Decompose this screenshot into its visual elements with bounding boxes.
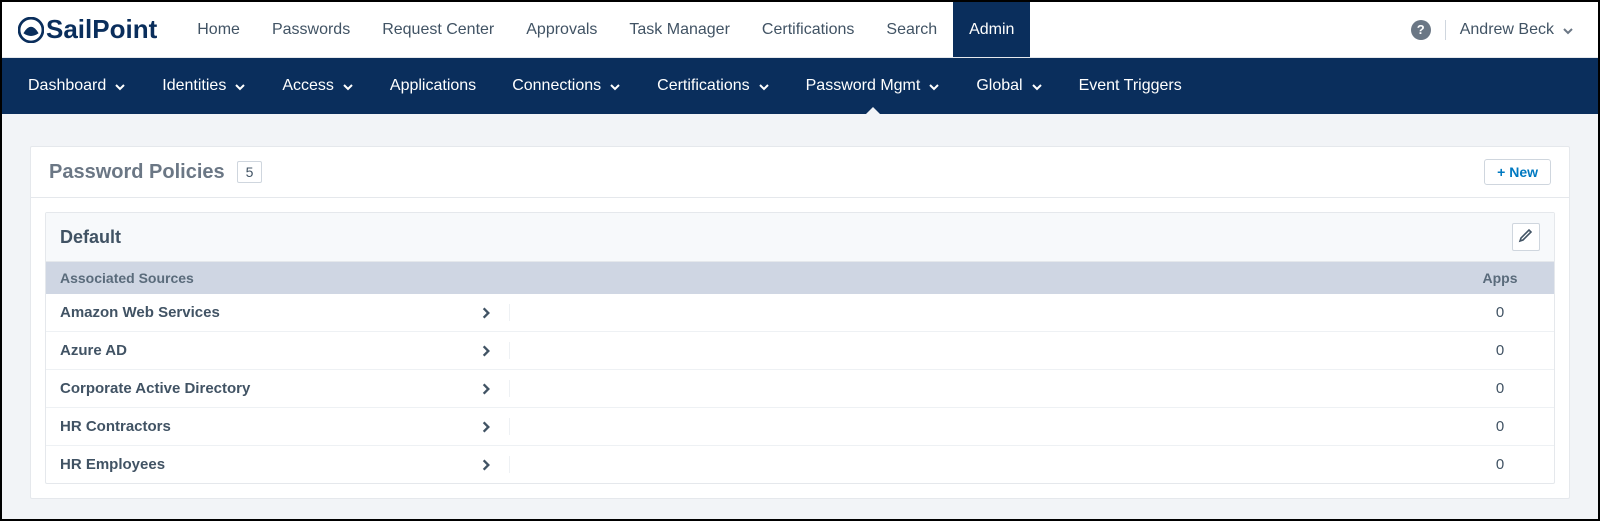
chevron-down-icon [342, 80, 354, 92]
subnav-applications[interactable]: Applications [372, 58, 494, 114]
chevron-right-icon [479, 306, 493, 320]
policy-card-default: Default Associated Sources Apps Amazon W… [45, 212, 1555, 484]
chevron-down-icon [114, 80, 126, 92]
nav-approvals[interactable]: Approvals [510, 2, 613, 57]
page-content: Password Policies 5 + New Default Associ… [2, 114, 1598, 499]
table-row[interactable]: HR Contractors 0 [46, 408, 1554, 446]
brand-logo[interactable]: SailPoint [18, 14, 157, 45]
apps-count: 0 [1460, 380, 1540, 397]
chevron-down-icon [234, 80, 246, 92]
chevron-down-icon [758, 80, 770, 92]
chevron-right-icon [479, 382, 493, 396]
user-name: Andrew Beck [1460, 21, 1554, 39]
chevron-down-icon [928, 80, 940, 92]
subnav-certifications[interactable]: Certifications [639, 58, 787, 114]
table-row[interactable]: Amazon Web Services 0 [46, 294, 1554, 332]
new-policy-button[interactable]: + New [1484, 159, 1551, 185]
edit-policy-button[interactable] [1512, 223, 1540, 251]
policy-name: Default [60, 227, 121, 248]
admin-subnav: Dashboard Identities Access Applications… [2, 58, 1598, 114]
nav-search[interactable]: Search [870, 2, 953, 57]
chevron-down-icon [1562, 24, 1574, 36]
top-nav: SailPoint Home Passwords Request Center … [2, 2, 1598, 58]
col-header-apps: Apps [1460, 270, 1540, 286]
table-header: Associated Sources Apps [46, 262, 1554, 294]
chevron-down-icon [609, 80, 621, 92]
subnav-global[interactable]: Global [958, 58, 1060, 114]
panel-header: Password Policies 5 + New [31, 147, 1569, 198]
divider [1445, 20, 1446, 40]
subnav-access[interactable]: Access [264, 58, 372, 114]
subnav-password-mgmt[interactable]: Password Mgmt [788, 58, 959, 114]
subnav-connections[interactable]: Connections [494, 58, 639, 114]
nav-passwords[interactable]: Passwords [256, 2, 366, 57]
pencil-icon [1518, 227, 1534, 248]
table-row[interactable]: Azure AD 0 [46, 332, 1554, 370]
source-name: HR Employees [60, 456, 165, 473]
table-row[interactable]: Corporate Active Directory 0 [46, 370, 1554, 408]
policy-card-header: Default [46, 213, 1554, 262]
top-nav-right: ? Andrew Beck [1411, 20, 1582, 40]
nav-request-center[interactable]: Request Center [366, 2, 510, 57]
source-name: Corporate Active Directory [60, 380, 250, 397]
source-name: Amazon Web Services [60, 304, 220, 321]
apps-count: 0 [1460, 304, 1540, 321]
nav-certifications[interactable]: Certifications [746, 2, 870, 57]
col-header-sources: Associated Sources [60, 270, 510, 286]
subnav-event-triggers[interactable]: Event Triggers [1061, 58, 1200, 114]
chevron-right-icon [479, 420, 493, 434]
nav-admin[interactable]: Admin [953, 2, 1030, 57]
chevron-right-icon [479, 344, 493, 358]
chevron-right-icon [479, 458, 493, 472]
nav-home[interactable]: Home [181, 2, 256, 57]
brand-text: SailPoint [46, 14, 157, 45]
apps-count: 0 [1460, 418, 1540, 435]
help-icon[interactable]: ? [1411, 20, 1431, 40]
panel-body: Default Associated Sources Apps Amazon W… [31, 198, 1569, 498]
subnav-dashboard[interactable]: Dashboard [10, 58, 144, 114]
apps-count: 0 [1460, 342, 1540, 359]
top-nav-items: Home Passwords Request Center Approvals … [181, 2, 1030, 57]
source-name: HR Contractors [60, 418, 171, 435]
policy-count-badge: 5 [237, 161, 263, 183]
apps-count: 0 [1460, 456, 1540, 473]
password-policies-panel: Password Policies 5 + New Default Associ… [30, 146, 1570, 499]
table-row[interactable]: HR Employees 0 [46, 446, 1554, 483]
brand-icon [18, 17, 44, 43]
user-menu[interactable]: Andrew Beck [1460, 21, 1582, 39]
chevron-down-icon [1031, 80, 1043, 92]
page-title: Password Policies [49, 161, 225, 184]
nav-task-manager[interactable]: Task Manager [613, 2, 746, 57]
subnav-identities[interactable]: Identities [144, 58, 264, 114]
source-name: Azure AD [60, 342, 127, 359]
